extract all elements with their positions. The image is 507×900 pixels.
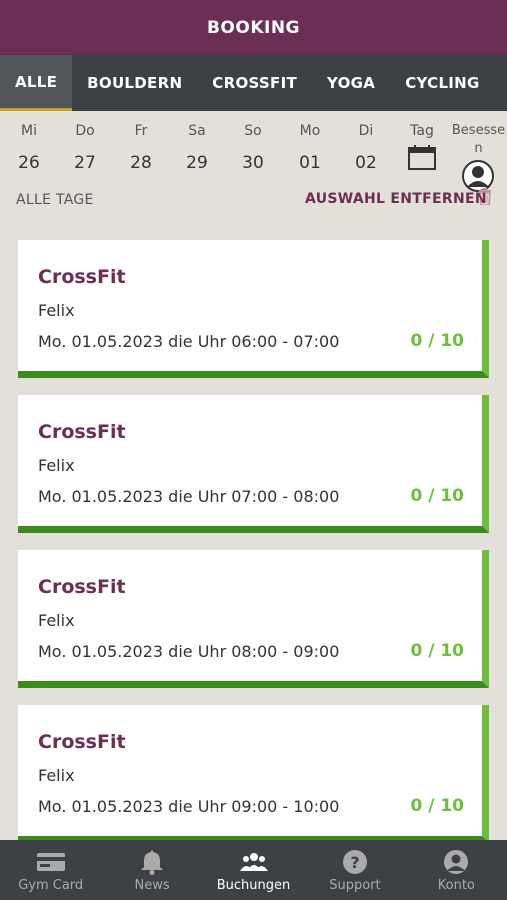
course-list: CrossFit Felix Mo. 01.05.2023 die Uhr 06… bbox=[0, 230, 507, 840]
course-trainer: Felix bbox=[38, 766, 75, 785]
svg-text:?: ? bbox=[350, 853, 359, 872]
day-date: 27 bbox=[74, 153, 96, 173]
day-date: 30 bbox=[242, 153, 264, 173]
day-weekday: Sa bbox=[188, 123, 206, 139]
tab-crossfit[interactable]: CROSSFIT bbox=[197, 55, 312, 111]
nav-label: Support bbox=[329, 878, 381, 893]
nav-gym-card[interactable]: Gym Card bbox=[0, 840, 101, 900]
tab-yoga[interactable]: YOGA bbox=[312, 55, 390, 111]
course-capacity: 0 / 10 bbox=[410, 331, 464, 351]
nav-label: Konto bbox=[437, 878, 475, 893]
category-tabs: ALLE BOULDERN CROSSFIT YOGA CYCLING K bbox=[0, 55, 507, 111]
course-trainer: Felix bbox=[38, 301, 75, 320]
course-capacity: 0 / 10 bbox=[410, 486, 464, 506]
account-icon bbox=[444, 850, 469, 874]
day-weekday: Do bbox=[75, 123, 95, 139]
booked-filter-label[interactable]: Besesse n bbox=[450, 122, 507, 158]
day-weekday: Mo bbox=[299, 123, 321, 139]
day-date: 02 bbox=[355, 153, 377, 173]
bottom-navigation: Gym Card News Buchungen ? Support Konto bbox=[0, 840, 507, 900]
course-title: CrossFit bbox=[38, 576, 126, 598]
calendar-icon bbox=[408, 145, 436, 170]
course-time: Mo. 01.05.2023 die Uhr 07:00 - 08:00 bbox=[38, 487, 340, 506]
nav-news[interactable]: News bbox=[101, 840, 202, 900]
booked-filter-label-line1: Besesse bbox=[451, 123, 506, 138]
page-title: BOOKING bbox=[0, 0, 507, 55]
course-capacity: 0 / 10 bbox=[410, 641, 464, 661]
clear-selection-button[interactable]: AUSWAHL ENTFERNEN bbox=[305, 191, 487, 207]
course-time: Mo. 01.05.2023 die Uhr 09:00 - 10:00 bbox=[38, 797, 340, 816]
day-weekday: So bbox=[244, 123, 262, 139]
course-time: Mo. 01.05.2023 die Uhr 06:00 - 07:00 bbox=[38, 332, 340, 351]
group-icon bbox=[239, 853, 268, 871]
course-title: CrossFit bbox=[38, 421, 126, 443]
day-date: 29 bbox=[186, 153, 208, 173]
day-picker-label: Tag bbox=[410, 123, 434, 139]
course-title: CrossFit bbox=[38, 266, 126, 288]
tab-k[interactable]: K bbox=[495, 55, 507, 111]
day-date: 28 bbox=[130, 153, 152, 173]
nav-label: Gym Card bbox=[18, 878, 84, 893]
bell-icon bbox=[141, 850, 164, 875]
card-icon bbox=[36, 853, 65, 871]
day-date: 26 bbox=[18, 153, 40, 173]
day-weekday: Di bbox=[358, 123, 374, 139]
help-icon: ? bbox=[342, 850, 367, 874]
tab-cycling[interactable]: CYCLING bbox=[390, 55, 494, 111]
day-weekday: Mi bbox=[21, 123, 37, 139]
course-card[interactable]: CrossFit Felix Mo. 01.05.2023 die Uhr 09… bbox=[18, 705, 489, 840]
course-capacity: 0 / 10 bbox=[410, 796, 464, 816]
all-days-filter[interactable]: ALLE TAGE bbox=[16, 192, 94, 208]
booked-filter-label-line2: n bbox=[474, 141, 483, 156]
course-card[interactable]: CrossFit Felix Mo. 01.05.2023 die Uhr 06… bbox=[18, 240, 489, 378]
course-trainer: Felix bbox=[38, 456, 75, 475]
tab-alle[interactable]: ALLE bbox=[0, 55, 73, 111]
day-weekday: Fr bbox=[134, 123, 148, 139]
nav-konto[interactable]: Konto bbox=[406, 840, 507, 900]
day-date: 01 bbox=[299, 153, 321, 173]
course-trainer: Felix bbox=[38, 611, 75, 630]
nav-label: News bbox=[134, 878, 170, 893]
day-selector: Mi 26 Do 27 Fr 28 Sa 29 So 30 Mo 01 Di 0… bbox=[0, 111, 507, 191]
nav-label: Buchungen bbox=[216, 878, 291, 893]
course-card[interactable]: CrossFit Felix Mo. 01.05.2023 die Uhr 08… bbox=[18, 550, 489, 688]
tab-bouldern[interactable]: BOULDERN bbox=[72, 55, 197, 111]
course-title: CrossFit bbox=[38, 731, 126, 753]
course-time: Mo. 01.05.2023 die Uhr 08:00 - 09:00 bbox=[38, 642, 340, 661]
course-card[interactable]: CrossFit Felix Mo. 01.05.2023 die Uhr 07… bbox=[18, 395, 489, 533]
nav-buchungen[interactable]: Buchungen bbox=[203, 840, 304, 900]
nav-support[interactable]: ? Support bbox=[304, 840, 405, 900]
